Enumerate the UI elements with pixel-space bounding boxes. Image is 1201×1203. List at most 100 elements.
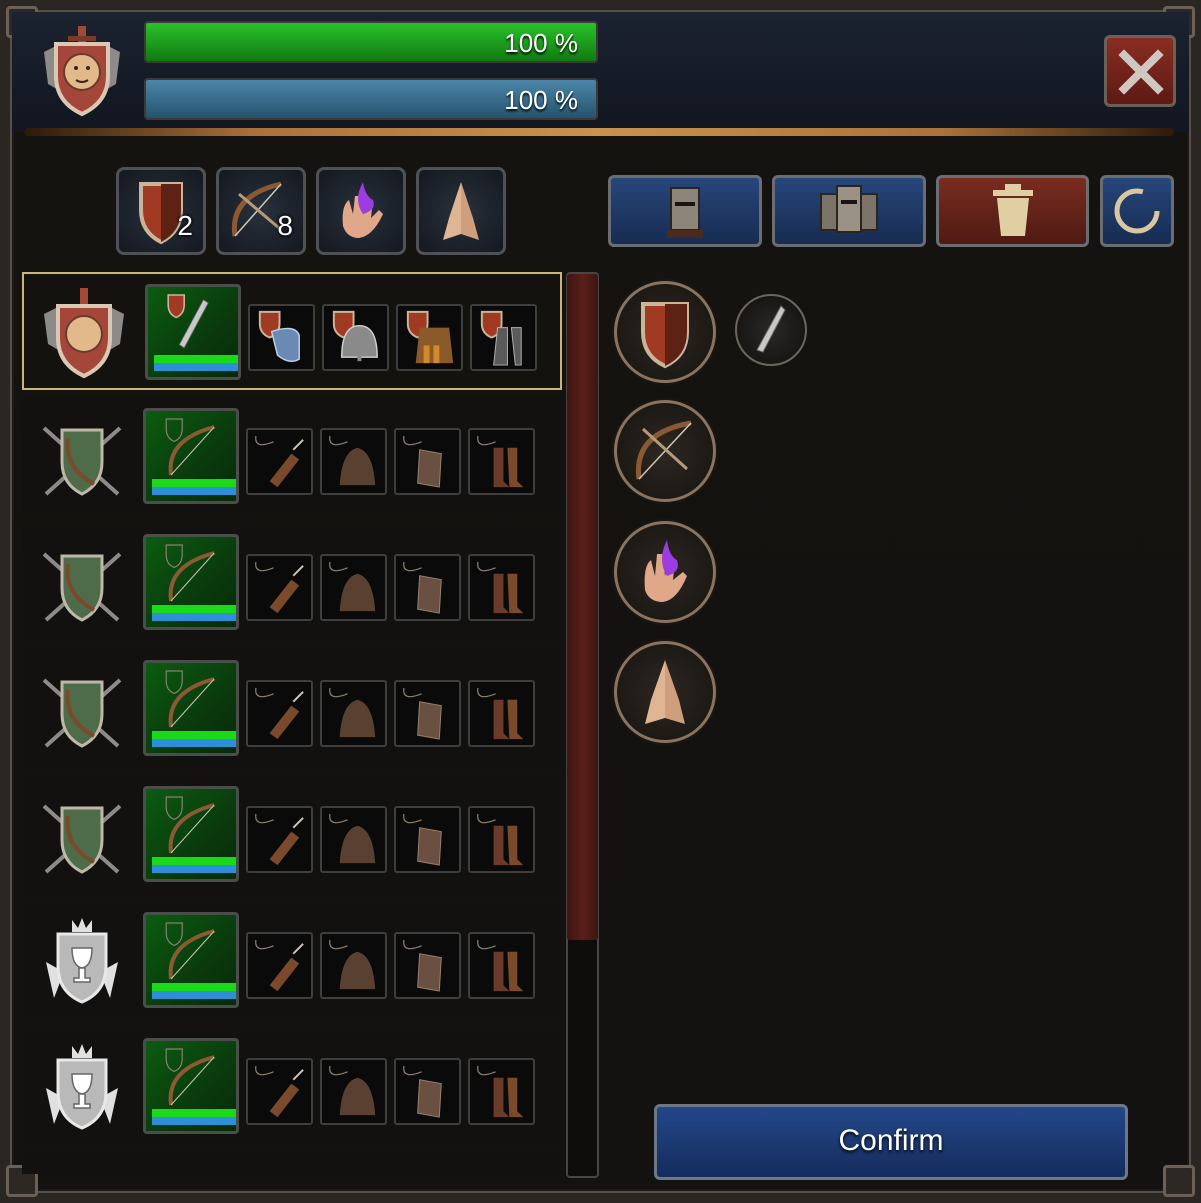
gear-slot[interactable] [394, 680, 461, 747]
chalice-crest-icon [46, 918, 118, 1004]
unit-row[interactable] [22, 272, 562, 390]
unit-weapon-slot[interactable] [143, 786, 239, 882]
archer-crest-icon [42, 426, 122, 496]
gear-slot[interactable] [322, 304, 389, 371]
chalice-crest-icon [46, 1044, 118, 1130]
unit-health-bar [152, 605, 236, 613]
unit-row[interactable] [22, 398, 562, 516]
gear-slot[interactable] [246, 554, 313, 621]
gear-slot[interactable] [246, 428, 313, 495]
hood-icon [329, 1065, 376, 1116]
gear-slot[interactable] [246, 932, 313, 999]
gear-slot[interactable] [248, 304, 315, 371]
category-archer[interactable] [614, 400, 716, 502]
gear-slot[interactable] [320, 1058, 387, 1125]
morale-value: 100 % [504, 85, 578, 115]
gear-slot[interactable] [396, 304, 463, 371]
gear-slot[interactable] [246, 680, 313, 747]
corner-ornament [1163, 1165, 1195, 1197]
scrollbar-thumb[interactable] [567, 274, 598, 940]
reset-button[interactable] [1100, 175, 1174, 247]
sword-icon [167, 294, 209, 349]
filter-mage-button[interactable] [316, 167, 406, 255]
gear-slot[interactable] [246, 1058, 313, 1125]
unit-row[interactable] [22, 1028, 562, 1146]
lion-crest-icon [44, 288, 124, 379]
single-knight-button[interactable] [608, 175, 762, 247]
unit-weapon-slot[interactable] [143, 534, 239, 630]
close-button[interactable] [1104, 35, 1176, 107]
unit-health-bar [152, 731, 236, 739]
filter-archer-button[interactable]: 8 [216, 167, 306, 255]
unit-row[interactable] [22, 524, 562, 642]
gear-slot[interactable] [468, 680, 535, 747]
unit-row[interactable] [22, 902, 562, 1020]
gear-slot[interactable] [394, 932, 461, 999]
lion-crest-icon [44, 26, 120, 117]
morale-bar: 100 % [144, 78, 598, 120]
unit-row[interactable] [22, 1154, 562, 1174]
bow-icon [165, 670, 215, 728]
bracer-icon [403, 687, 442, 740]
gear-slot[interactable] [320, 806, 387, 873]
greaves-icon [480, 310, 522, 366]
filter-infantry-button[interactable]: 2 [116, 167, 206, 255]
gear-slot[interactable] [246, 806, 313, 873]
magic-hand-icon [342, 182, 383, 238]
bow-icon [165, 922, 215, 980]
unit-morale-bar [152, 865, 236, 873]
magic-hand-icon [644, 540, 687, 602]
gear-slot[interactable] [470, 304, 537, 371]
gear-slot[interactable] [468, 428, 535, 495]
discard-button[interactable] [936, 175, 1089, 247]
unit-morale-bar [152, 739, 236, 747]
gear-slot[interactable] [394, 554, 461, 621]
gear-slot[interactable] [468, 1058, 535, 1125]
gear-slot[interactable] [394, 428, 461, 495]
unit-morale-bar [152, 1117, 236, 1125]
header-divider [24, 128, 1174, 136]
unit-morale-bar [152, 613, 236, 621]
unit-weapon-slot[interactable] [143, 1038, 239, 1134]
category-mage[interactable] [614, 521, 716, 623]
archer-crest-icon [42, 804, 122, 874]
unit-weapon-slot[interactable] [143, 912, 239, 1008]
boots-icon [477, 687, 524, 740]
unit-weapon-slot[interactable] [143, 408, 239, 504]
equipped-sword-slot[interactable] [735, 294, 807, 366]
gear-slot[interactable] [320, 554, 387, 621]
all-knights-button[interactable] [772, 175, 926, 247]
bracer-icon [403, 813, 442, 866]
gear-slot[interactable] [320, 428, 387, 495]
filter-priest-button[interactable] [416, 167, 506, 255]
unit-health-bar [152, 1109, 236, 1117]
gear-slot[interactable] [394, 806, 461, 873]
knights-group-icon [820, 185, 878, 233]
boots-icon [477, 561, 524, 614]
unit-weapon-slot[interactable] [143, 660, 239, 756]
confirm-button[interactable]: Confirm [654, 1104, 1128, 1180]
chest-armor-icon [406, 310, 454, 364]
knight-helmet-icon [667, 187, 703, 238]
helmet-icon [332, 310, 378, 362]
hood-icon [329, 939, 376, 990]
gear-slot[interactable] [468, 554, 535, 621]
bow-icon [165, 1048, 215, 1106]
unit-crest [34, 1038, 130, 1138]
unit-weapon-slot[interactable] [145, 284, 241, 380]
gear-slot[interactable] [394, 1058, 461, 1125]
gear-slot[interactable] [320, 932, 387, 999]
category-infantry[interactable] [614, 281, 716, 383]
unit-health-bar [152, 983, 236, 991]
refresh-icon [1114, 188, 1160, 234]
gear-slot[interactable] [320, 680, 387, 747]
gear-slot[interactable] [468, 932, 535, 999]
unit-row[interactable] [22, 650, 562, 768]
unit-row[interactable] [22, 776, 562, 894]
bracer-icon [403, 435, 442, 488]
gear-slot[interactable] [468, 806, 535, 873]
category-priest[interactable] [614, 641, 716, 743]
unit-morale-bar [154, 363, 238, 371]
quiver-icon [255, 687, 304, 740]
quiver-icon [255, 561, 304, 614]
